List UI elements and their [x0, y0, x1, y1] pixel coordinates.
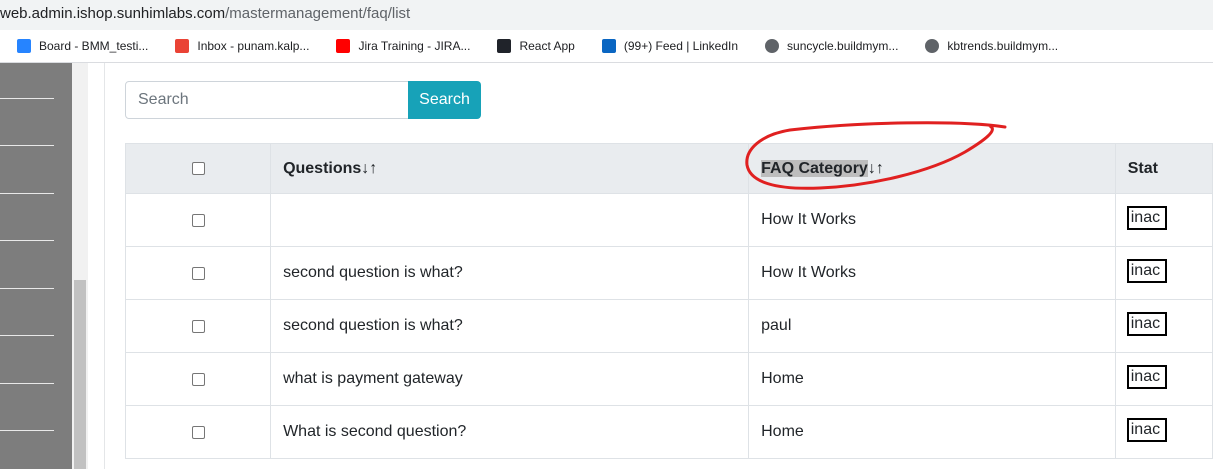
- globe-icon: [925, 39, 940, 53]
- sidebar-divider: [0, 240, 54, 241]
- status-badge[interactable]: inac: [1126, 364, 1167, 389]
- bookmark-label: Board - BMM_testi...: [39, 39, 149, 53]
- row-select-cell: [124, 299, 272, 353]
- table-row[interactable]: second question is what? How It Works inac: [124, 246, 1213, 300]
- sidebar-divider: [0, 98, 54, 99]
- bookmark-label: Inbox - punam.kalp...: [197, 39, 310, 53]
- status-badge[interactable]: inac: [1126, 258, 1167, 283]
- status-header[interactable]: Stat: [1114, 143, 1213, 194]
- sidebar: [0, 63, 72, 469]
- sidebar-scrollbar-thumb[interactable]: [74, 280, 86, 469]
- url-path: /mastermanagement/faq/list: [225, 5, 411, 22]
- gmail-icon: [175, 39, 190, 53]
- sidebar-divider: [0, 383, 54, 384]
- status-cell: inac: [1114, 246, 1213, 300]
- select-all-checkbox[interactable]: [191, 162, 205, 175]
- bookmarks-bar: Board - BMM_testi... Inbox - punam.kalp..…: [0, 30, 1213, 63]
- table-header-row: Questions↓↑ FAQ Category↓↑ Stat: [124, 143, 1213, 194]
- sidebar-divider: [0, 430, 54, 431]
- question-cell: [270, 193, 750, 247]
- question-cell: What is second question?: [270, 405, 750, 459]
- table-row[interactable]: How It Works inac: [124, 193, 1213, 247]
- content-border: [104, 63, 105, 469]
- status-cell: inac: [1114, 405, 1213, 459]
- globe-icon: [765, 39, 780, 53]
- row-checkbox[interactable]: [191, 266, 205, 280]
- bookmark-item[interactable]: Jira Training - JIRA...: [319, 39, 480, 53]
- bookmark-label: kbtrends.buildmym...: [947, 39, 1059, 53]
- bookmark-item[interactable]: Board - BMM_testi...: [0, 39, 158, 53]
- status-badge[interactable]: inac: [1126, 311, 1167, 336]
- search-input[interactable]: [125, 81, 409, 119]
- row-checkbox[interactable]: [191, 425, 205, 439]
- category-cell: Home: [748, 405, 1116, 459]
- row-checkbox[interactable]: [191, 372, 205, 386]
- linkedin-icon: [601, 39, 616, 53]
- row-select-cell: [124, 193, 272, 247]
- table-row[interactable]: What is second question? Home inac: [124, 405, 1213, 459]
- faq-table: Questions↓↑ FAQ Category↓↑ Stat How It W…: [124, 143, 1213, 459]
- bookmark-item[interactable]: Inbox - punam.kalp...: [158, 39, 319, 53]
- sort-arrows-icon[interactable]: ↓↑: [868, 160, 884, 177]
- row-checkbox[interactable]: [191, 319, 205, 333]
- bookmark-item[interactable]: suncycle.buildmym...: [748, 39, 908, 53]
- status-cell: inac: [1114, 299, 1213, 353]
- sidebar-divider: [0, 193, 54, 194]
- row-select-cell: [124, 405, 272, 459]
- url-host: web.admin.ishop.sunhimlabs.com: [0, 5, 226, 22]
- row-checkbox[interactable]: [191, 213, 205, 227]
- sidebar-divider: [0, 288, 54, 289]
- question-cell: second question is what?: [270, 246, 750, 300]
- faq-category-header[interactable]: FAQ Category↓↑: [748, 143, 1116, 194]
- jira-board-icon: [17, 39, 31, 53]
- bookmark-label: React App: [519, 39, 575, 53]
- questions-header[interactable]: Questions↓↑: [270, 143, 750, 194]
- bookmark-item[interactable]: kbtrends.buildmym...: [908, 39, 1068, 53]
- row-select-cell: [124, 352, 272, 406]
- search-button[interactable]: Search: [408, 81, 481, 119]
- select-all-cell: [124, 143, 272, 194]
- bookmark-item[interactable]: React App: [480, 39, 584, 53]
- category-cell: How It Works: [748, 246, 1116, 300]
- category-cell: paul: [748, 299, 1116, 353]
- sidebar-divider: [0, 145, 54, 146]
- status-badge[interactable]: inac: [1126, 205, 1167, 230]
- table-row[interactable]: second question is what? paul inac: [124, 299, 1213, 353]
- react-icon: [497, 39, 512, 53]
- status-badge[interactable]: inac: [1126, 417, 1167, 442]
- bookmark-item[interactable]: (99+) Feed | LinkedIn: [585, 39, 748, 53]
- status-cell: inac: [1114, 352, 1213, 406]
- status-cell: inac: [1114, 193, 1213, 247]
- bookmark-label: (99+) Feed | LinkedIn: [623, 39, 739, 53]
- faq-category-header-label: FAQ Category: [761, 159, 868, 177]
- youtube-icon: [336, 39, 351, 53]
- bookmark-label: suncycle.buildmym...: [787, 39, 899, 53]
- row-select-cell: [124, 246, 272, 300]
- table-row[interactable]: what is payment gateway Home inac: [124, 352, 1213, 406]
- question-cell: second question is what?: [270, 299, 750, 353]
- address-bar[interactable]: web.admin.ishop.sunhimlabs.com/masterman…: [0, 0, 1213, 30]
- question-cell: what is payment gateway: [270, 352, 750, 406]
- category-cell: How It Works: [748, 193, 1116, 247]
- sidebar-divider: [0, 335, 54, 336]
- bookmark-label: Jira Training - JIRA...: [358, 39, 471, 53]
- category-cell: Home: [748, 352, 1116, 406]
